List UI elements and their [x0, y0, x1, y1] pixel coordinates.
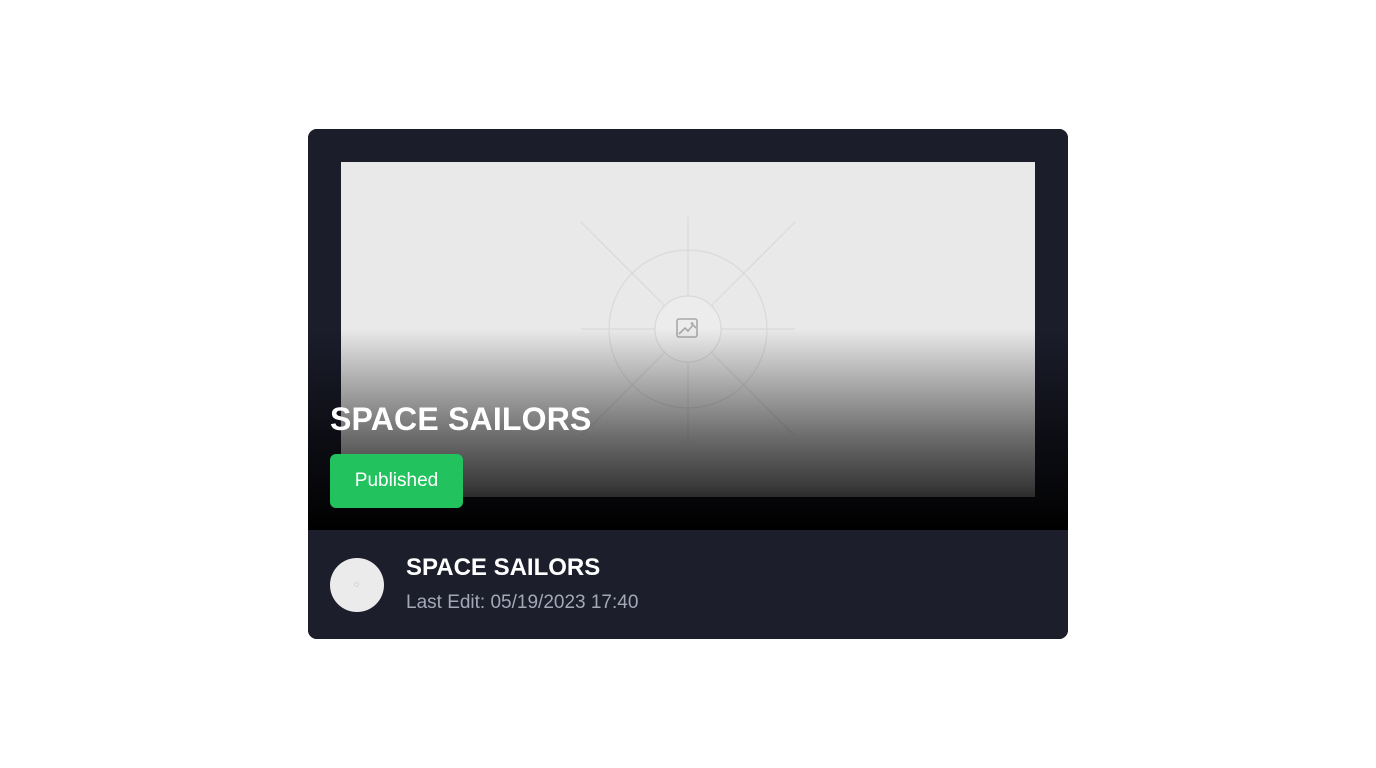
project-title[interactable]: SPACE SAILORS	[406, 554, 600, 582]
last-edit-timestamp: Last Edit: 05/19/2023 17:40	[406, 592, 639, 613]
project-hero[interactable]: SPACE SAILORS Published	[308, 129, 1068, 530]
hero-title: SPACE SAILORS	[330, 401, 592, 437]
project-card[interactable]: SPACE SAILORS Published SPACE SAILORS La…	[308, 129, 1068, 639]
avatar-placeholder-icon	[354, 582, 359, 587]
card-footer: SPACE SAILORS Last Edit: 05/19/2023 17:4…	[308, 530, 1068, 639]
status-badge[interactable]: Published	[330, 454, 463, 508]
avatar[interactable]	[330, 558, 384, 612]
